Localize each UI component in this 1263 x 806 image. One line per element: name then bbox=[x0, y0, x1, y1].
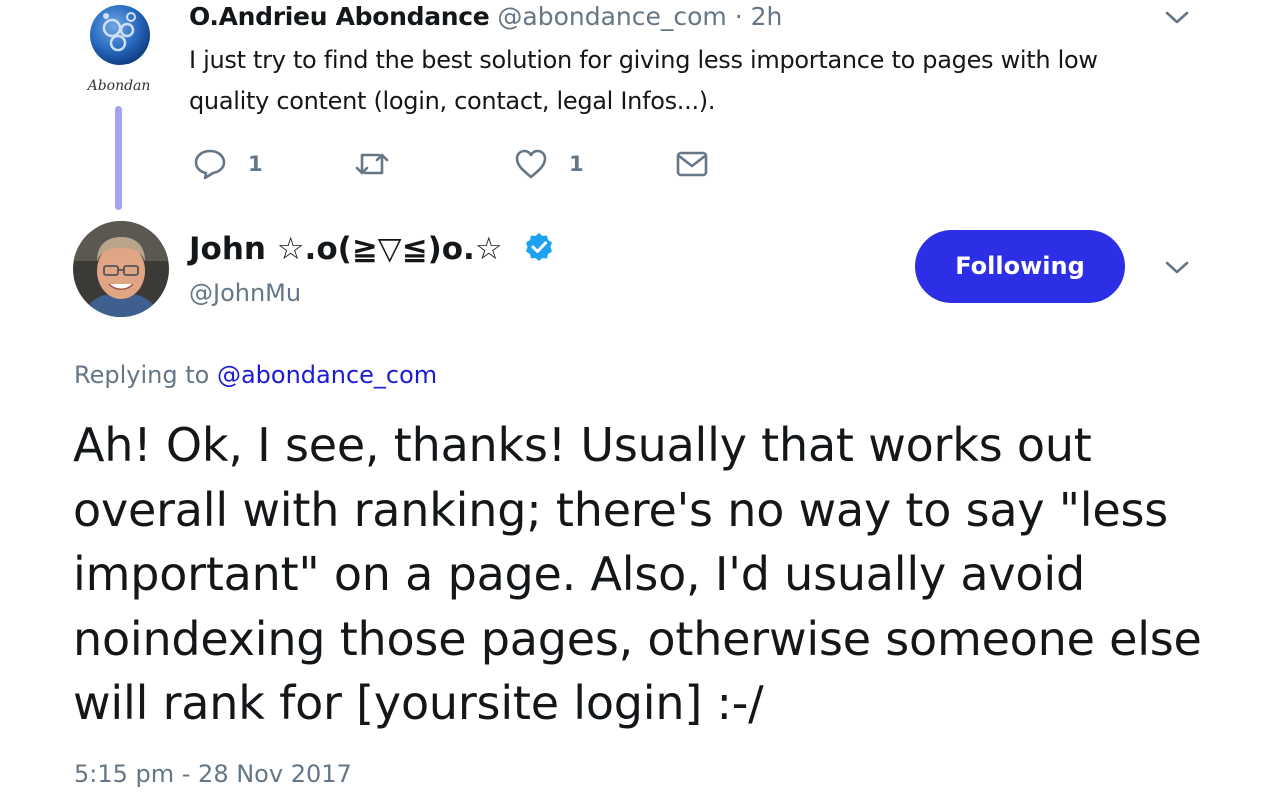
main-author-name[interactable]: John ☆.o(≧▽≦)o.☆ bbox=[189, 228, 503, 270]
svg-text:Abondan: Abondan bbox=[86, 78, 151, 94]
reply-action[interactable]: 1 bbox=[193, 144, 263, 184]
replying-to-mention[interactable]: @abondance_com bbox=[217, 361, 437, 389]
avatar-photo bbox=[73, 221, 169, 317]
main-tweet-text: Ah! Ok, I see, thanks! Usually that work… bbox=[73, 418, 1202, 730]
header-separator: · bbox=[734, 2, 743, 31]
parent-author-name[interactable]: O.Andrieu Abondance bbox=[189, 2, 490, 31]
main-author-handle[interactable]: @JohnMu bbox=[189, 275, 301, 311]
parent-tweet-text: I just try to find the best solution for… bbox=[189, 46, 1098, 115]
retweet-icon bbox=[355, 153, 389, 175]
chevron-down-icon bbox=[1165, 261, 1189, 274]
heart-icon bbox=[515, 149, 547, 179]
parent-avatar[interactable]: Abondan bbox=[82, 2, 156, 94]
main-author-avatar[interactable] bbox=[73, 221, 169, 317]
like-count: 1 bbox=[569, 152, 584, 176]
reply-count: 1 bbox=[248, 152, 263, 176]
reply-icon bbox=[194, 149, 226, 180]
parent-tweet-menu[interactable] bbox=[1163, 8, 1191, 28]
parent-tweet-time[interactable]: 2h bbox=[751, 2, 783, 31]
parent-tweet-header: O.Andrieu Abondance @abondance_com · 2h bbox=[189, 2, 782, 32]
direct-message-action[interactable] bbox=[675, 144, 709, 184]
chevron-down-icon bbox=[1165, 11, 1189, 24]
replying-to-line: Replying to @abondance_com bbox=[74, 357, 437, 393]
abondance-logo: Abondan bbox=[86, 5, 151, 94]
verified-badge-icon bbox=[524, 232, 554, 262]
main-tweet-menu[interactable] bbox=[1163, 258, 1191, 278]
envelope-icon bbox=[676, 151, 708, 177]
replying-to-label: Replying to bbox=[74, 361, 210, 389]
tweet-timestamp[interactable]: 5:15 pm - 28 Nov 2017 bbox=[74, 756, 352, 792]
thread-connector-line bbox=[115, 106, 122, 210]
following-button[interactable]: Following bbox=[915, 230, 1125, 303]
retweet-action[interactable] bbox=[354, 144, 390, 184]
like-action[interactable]: 1 bbox=[514, 144, 584, 184]
tweet-thread: Abondan O.Andrieu Abondance @abondance_c… bbox=[0, 0, 1263, 806]
parent-author-handle[interactable]: @abondance_com bbox=[497, 2, 726, 31]
